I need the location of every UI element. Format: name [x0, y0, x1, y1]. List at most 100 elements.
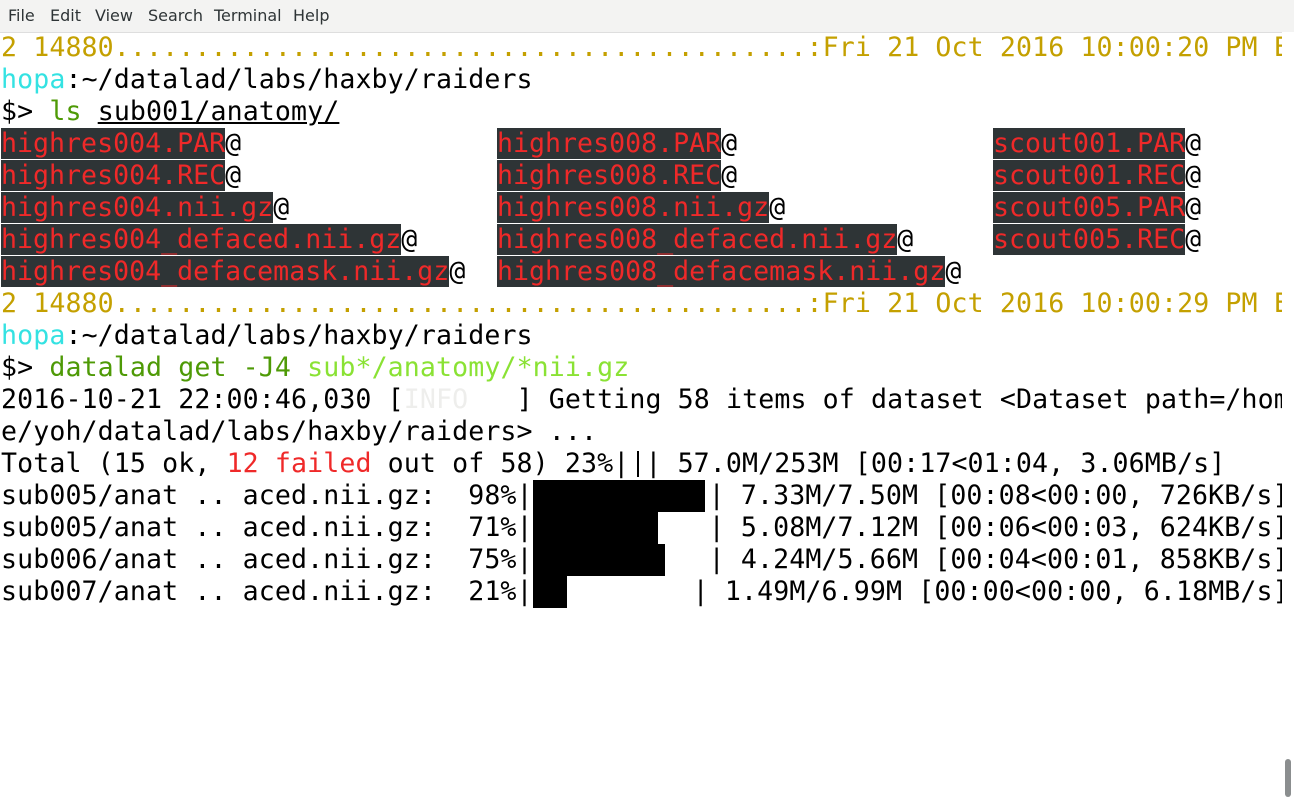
command-arg: sub*/anatomy/*nii.gz	[307, 352, 630, 383]
download-label: sub006/anat .. aced.nii.gz: 75%|	[1, 544, 533, 575]
total-stats: | 57.0M/253M [00:17<01:04, 3.06MB/s]	[645, 448, 1226, 479]
symlink-marker: @	[721, 160, 738, 191]
download-line: sub007/anat .. aced.nii.gz: 21%| | 1.49M/…	[1, 576, 1282, 608]
file-name: highres008.nii.gz	[497, 192, 770, 223]
menu-search[interactable]: Search	[148, 6, 203, 25]
text-cursor	[637, 451, 640, 477]
symlink-marker: @	[225, 160, 242, 191]
status-dots: ........................................…	[113, 288, 823, 319]
list-item: scout005.PAR@	[993, 192, 1201, 224]
menu-view[interactable]: View	[95, 6, 133, 25]
symlink-marker: @	[769, 192, 786, 223]
list-item: highres004.PAR@	[1, 128, 241, 160]
list-item: highres008_defacemask.nii.gz@	[497, 256, 961, 288]
total-suffix: out of 58) 23%|	[371, 448, 630, 479]
symlink-marker: @	[273, 192, 290, 223]
terminal-output[interactable]: 2 14880.................................…	[0, 32, 1282, 801]
download-line: sub005/anat .. aced.nii.gz: 71%| | 5.08M/…	[1, 512, 1282, 544]
list-item: scout001.PAR@	[993, 128, 1201, 160]
file-name: highres008_defaced.nii.gz	[497, 224, 898, 255]
download-progress-track	[532, 512, 709, 544]
log-line-continuation: e/yoh/datalad/labs/haxby/raiders> ...	[1, 416, 598, 447]
symlink-marker: @	[449, 256, 466, 287]
status-date: Fri 21 Oct 2016 10:00:29 PM EDT	[822, 288, 1282, 319]
symlink-marker: @	[1185, 160, 1202, 191]
download-progress-track	[532, 576, 693, 608]
scrollbar-thumb[interactable]	[1285, 759, 1291, 797]
menu-bar: File Edit View Search Terminal Help	[0, 0, 1294, 33]
prompt-host: hopa	[1, 320, 66, 351]
file-name: highres004_defaced.nii.gz	[1, 224, 402, 255]
symlink-marker: @	[945, 256, 962, 287]
menu-file[interactable]: File	[8, 6, 35, 25]
status-date: Fri 21 Oct 2016 10:00:20 PM EDT	[822, 32, 1282, 63]
prompt-line: hopa:~/datalad/labs/haxby/raiders	[1, 64, 533, 96]
total-progress-line: Total (15 ok, 12 failed out of 58) 23%| |…	[1, 448, 1225, 480]
download-label: sub005/anat .. aced.nii.gz: 71%|	[1, 512, 533, 543]
list-item: highres004_defacemask.nii.gz@	[1, 256, 465, 288]
menu-edit[interactable]: Edit	[50, 6, 81, 25]
download-line: sub005/anat .. aced.nii.gz: 98%| | 7.33M/…	[1, 480, 1282, 512]
failed-count: 12 failed	[226, 448, 372, 479]
status-prefix: 2 14880	[1, 32, 114, 63]
command-line: $> ls sub001/anatomy/	[1, 96, 339, 128]
menu-terminal[interactable]: Terminal	[214, 6, 282, 25]
file-name: highres004.nii.gz	[1, 192, 274, 223]
prompt-symbol: $>	[1, 96, 50, 127]
log-timestamp: 2016-10-21 22:00:46,030 [	[1, 384, 404, 415]
download-progress-bar	[532, 480, 705, 512]
download-label: sub007/anat .. aced.nii.gz: 21%|	[1, 576, 533, 607]
prompt-path: :~/datalad/labs/haxby/raiders	[65, 64, 533, 95]
list-item: highres004_defaced.nii.gz@	[1, 224, 417, 256]
download-progress-bar	[532, 544, 665, 576]
download-stats: | 5.08M/7.12M [00:06<00:03, 624KB/s]	[708, 512, 1282, 543]
file-name: highres008_defacemask.nii.gz	[497, 256, 946, 287]
list-item: highres004.nii.gz@	[1, 192, 289, 224]
symlink-marker: @	[401, 224, 418, 255]
menu-help[interactable]: Help	[293, 6, 329, 25]
log-line: 2016-10-21 22:00:46,030 [INFO ] Getting …	[1, 384, 1282, 416]
download-progress-track	[532, 544, 709, 576]
log-level: INFO	[403, 384, 517, 415]
list-item: highres008.nii.gz@	[497, 192, 785, 224]
download-progress-track	[532, 480, 709, 512]
status-line: 2 14880.................................…	[1, 32, 1282, 64]
download-progress-bar	[532, 512, 658, 544]
download-label: sub005/anat .. aced.nii.gz: 98%|	[1, 480, 533, 511]
download-line: sub006/anat .. aced.nii.gz: 75%| | 4.24M/…	[1, 544, 1282, 576]
download-stats: | 7.33M/7.50M [00:08<00:00, 726KB/s]	[708, 480, 1282, 511]
list-item: highres008.PAR@	[497, 128, 737, 160]
list-item: scout001.REC@	[993, 160, 1201, 192]
scrollbar[interactable]	[1282, 32, 1294, 801]
symlink-marker: @	[1185, 192, 1202, 223]
symlink-marker: @	[897, 224, 914, 255]
status-dots: ........................................…	[113, 32, 823, 63]
file-name: scout005.REC	[993, 224, 1186, 255]
file-name: scout005.PAR	[993, 192, 1186, 223]
list-item: highres008_defaced.nii.gz@	[497, 224, 913, 256]
list-item: scout005.REC@	[993, 224, 1201, 256]
total-progress-track	[629, 448, 645, 480]
download-progress-bar	[532, 576, 567, 608]
file-name: scout001.REC	[993, 160, 1186, 191]
symlink-marker: @	[1185, 224, 1202, 255]
file-name: highres004_defacemask.nii.gz	[1, 256, 450, 287]
download-stats: | 4.24M/5.66M [00:04<00:01, 858KB/s]	[708, 544, 1282, 575]
list-item: highres008.REC@	[497, 160, 737, 192]
prompt-path: :~/datalad/labs/haxby/raiders	[65, 320, 533, 351]
command-name: ls	[49, 96, 82, 127]
total-prefix: Total (15 ok,	[1, 448, 227, 479]
prompt-line: hopa:~/datalad/labs/haxby/raiders	[1, 320, 533, 352]
file-name: highres004.PAR	[1, 128, 226, 159]
file-name: highres008.REC	[497, 160, 722, 191]
prompt-symbol: $>	[1, 352, 50, 383]
log-message: ] Getting 58 items of dataset <Dataset p…	[516, 384, 1282, 415]
status-line: 2 14880.................................…	[1, 288, 1282, 320]
prompt-host: hopa	[1, 64, 66, 95]
status-prefix: 2 14880	[1, 288, 114, 319]
command-name: datalad get -J4	[49, 352, 308, 383]
file-name: highres008.PAR	[497, 128, 722, 159]
symlink-marker: @	[1185, 128, 1202, 159]
symlink-marker: @	[225, 128, 242, 159]
download-stats: | 1.49M/6.99M [00:00<00:00, 6.18MB/s]	[692, 576, 1282, 607]
